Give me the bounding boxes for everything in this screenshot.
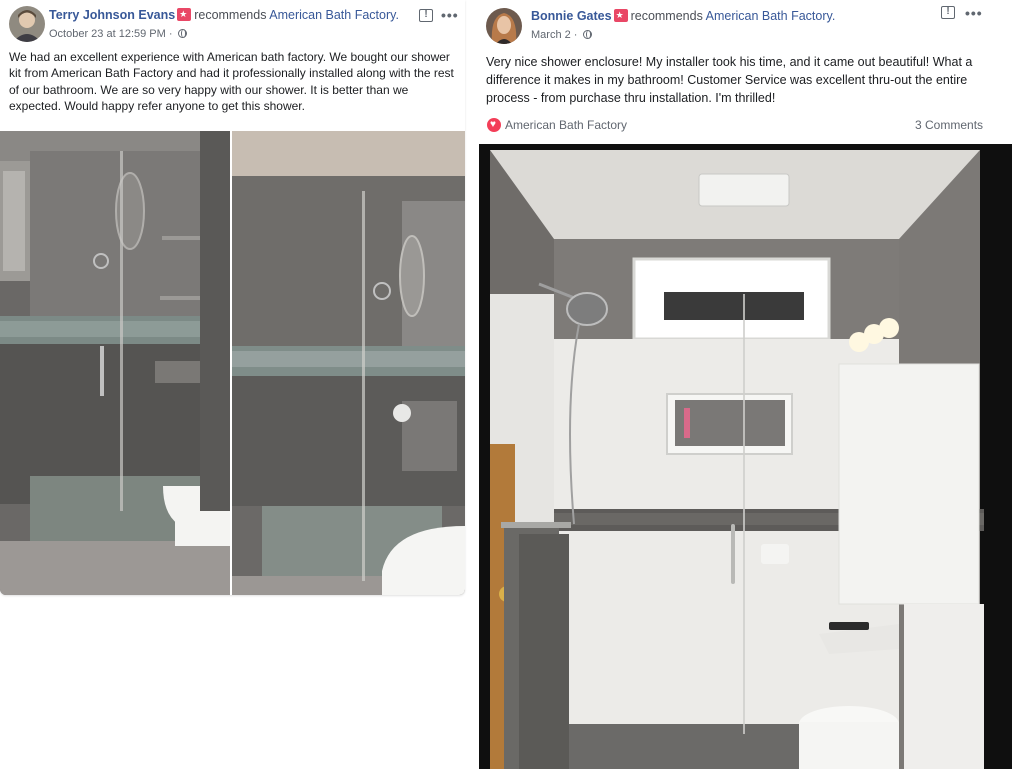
page-link[interactable]: American Bath Factory. bbox=[706, 9, 836, 23]
post-header: Bonnie Gates recommends American Bath Fac… bbox=[531, 9, 835, 23]
more-options-icon[interactable]: ••• bbox=[965, 6, 983, 20]
more-options-icon[interactable]: ••• bbox=[441, 8, 459, 22]
post-text: We had an excellent experience with Amer… bbox=[9, 50, 454, 113]
report-icon[interactable]: ! bbox=[419, 9, 433, 22]
reaction-names[interactable]: American Bath Factory bbox=[505, 118, 627, 132]
post-text: Very nice shower enclosure! My installer… bbox=[486, 55, 973, 105]
shower-photo[interactable] bbox=[0, 131, 230, 595]
globe-icon bbox=[177, 29, 187, 38]
author-name[interactable]: Terry Johnson Evans bbox=[49, 8, 175, 22]
report-icon[interactable]: ! bbox=[941, 6, 955, 19]
avatar[interactable] bbox=[9, 6, 45, 42]
post-date-line: March 2 · bbox=[531, 29, 592, 41]
post-date[interactable]: October 23 at 12:59 PM · bbox=[49, 28, 173, 40]
recommend-badge-icon bbox=[613, 9, 628, 22]
page-link[interactable]: American Bath Factory. bbox=[269, 8, 399, 22]
recommends-text: recommends bbox=[194, 8, 267, 22]
recommends-text: recommends bbox=[630, 9, 703, 23]
shower-photo[interactable] bbox=[232, 131, 465, 595]
author-name[interactable]: Bonnie Gates bbox=[531, 9, 612, 23]
shower-photo[interactable] bbox=[479, 144, 1012, 769]
post-date[interactable]: March 2 · bbox=[531, 29, 577, 41]
post-header: Terry Johnson Evans recommends American B… bbox=[49, 8, 399, 22]
post-date-line: October 23 at 12:59 PM · bbox=[49, 28, 187, 40]
love-reaction-icon[interactable] bbox=[487, 118, 501, 132]
globe-icon bbox=[582, 30, 592, 39]
recommend-badge-icon bbox=[177, 8, 192, 21]
avatar[interactable] bbox=[486, 8, 522, 44]
review-post-1: Terry Johnson Evans recommends American B… bbox=[0, 0, 465, 595]
review-post-2: Bonnie Gates recommends American Bath Fac… bbox=[479, 0, 1012, 769]
comments-count[interactable]: 3 Comments bbox=[915, 118, 983, 132]
